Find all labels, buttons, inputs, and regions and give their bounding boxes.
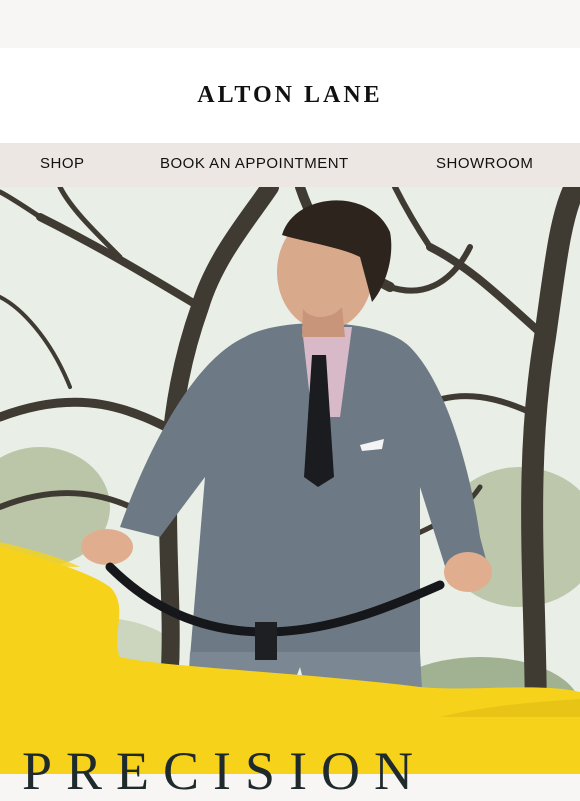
- right-hand: [444, 552, 492, 592]
- top-strip: [0, 0, 580, 48]
- bicycle-stem: [255, 622, 277, 660]
- hero-illustration: [0, 187, 580, 774]
- nav-book-appointment-link[interactable]: BOOK AN APPOINTMENT: [160, 155, 349, 172]
- nav-shop-link[interactable]: SHOP: [40, 155, 85, 172]
- nav-showroom-link[interactable]: SHOWROOM: [436, 155, 533, 172]
- brand-logo[interactable]: ALTON LANE: [0, 82, 580, 109]
- hero-headline: PRECISION: [22, 741, 428, 801]
- main-nav: SHOP BOOK AN APPOINTMENT SHOWROOM: [0, 143, 580, 187]
- left-hand: [81, 529, 133, 565]
- hero-image[interactable]: [0, 187, 580, 774]
